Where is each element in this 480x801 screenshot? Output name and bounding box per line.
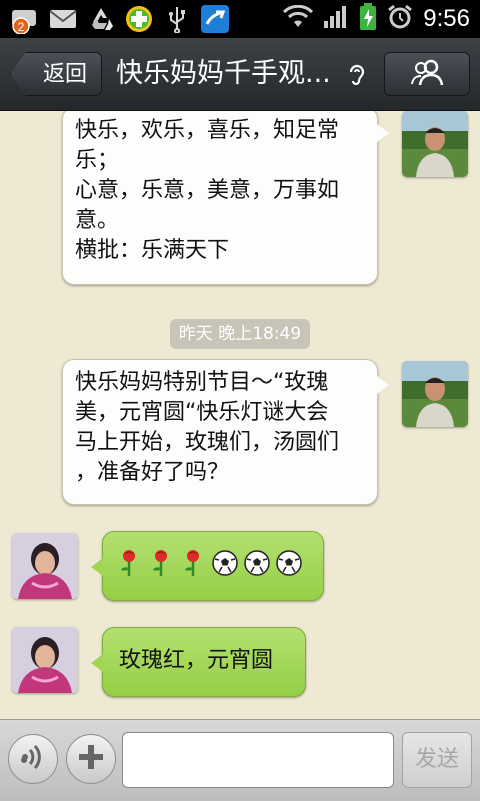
avatar[interactable] — [402, 361, 468, 427]
notification-count: 2 — [18, 20, 25, 34]
rose-icon — [179, 548, 207, 587]
clock: 9:56 — [423, 5, 470, 32]
avatar[interactable] — [12, 533, 78, 599]
avatar[interactable] — [12, 627, 78, 693]
voice-icon — [18, 742, 48, 776]
message-text-line: 快乐，欢乐，喜乐，知足常 — [75, 118, 340, 143]
message-text-line: 乐； — [75, 148, 120, 173]
app-blue-icon — [200, 4, 230, 34]
plus-icon — [76, 742, 106, 776]
message-text-line: 心意，乐意，美意，万事如 — [75, 178, 340, 203]
message-bubble[interactable]: 快乐，欢乐，喜乐，知足常 乐； 心意，乐意，美意，万事如 意。 横批：乐满天下 — [62, 111, 389, 285]
chat-title: 快乐妈妈千手观... — [116, 58, 331, 89]
soccer-ball-icon — [275, 549, 303, 586]
wifi-icon — [283, 4, 314, 33]
message-text-line: 快乐妈妈特别节目～“玫瑰 — [75, 370, 329, 395]
message-bubble[interactable] — [91, 531, 324, 601]
message-text-line: 马上开始，玫瑰们，汤圆们 — [75, 430, 340, 455]
alarm-icon — [387, 4, 413, 34]
timestamp: 昨天 晚上18:49 — [170, 319, 310, 349]
app-plus-icon — [124, 4, 154, 34]
emoji-row — [115, 540, 309, 594]
title-bar: 返回 快乐妈妈千手观... — [0, 38, 480, 111]
soccer-ball-icon — [211, 549, 239, 586]
message-text-line: 横批：乐满天下 — [75, 238, 230, 263]
sms-notification-icon: 2 — [10, 4, 40, 34]
soccer-ball-icon — [243, 549, 271, 586]
message-text-line: ，准备好了吗？ — [75, 460, 230, 485]
message-bubble[interactable]: 快乐妈妈特别节目～“玫瑰 美，元宵圆“快乐灯谜大会 马上开始，玫瑰们，汤圆们 ，… — [62, 359, 389, 505]
rose-icon — [115, 548, 143, 587]
message-text-line: 玫瑰红，元宵圆 — [119, 648, 274, 673]
rose-icon — [147, 548, 175, 587]
back-button[interactable]: 返回 — [10, 52, 102, 96]
chat-members-button[interactable] — [384, 52, 470, 96]
message-text-line: 美，元宵圆“快乐灯谜大会 — [75, 400, 329, 425]
signal-icon — [323, 5, 349, 33]
battery-charging-icon — [359, 3, 377, 35]
status-bar: 2 9:56 — [0, 0, 480, 38]
send-button[interactable]: 发送 — [402, 732, 472, 788]
message-bubble[interactable]: 玫瑰红，元宵圆 — [91, 627, 306, 697]
voice-input-button[interactable] — [8, 734, 58, 784]
usb-icon — [162, 4, 192, 34]
message-input[interactable] — [122, 732, 394, 788]
input-bar: 发送 — [0, 719, 480, 801]
avatar[interactable] — [402, 111, 468, 177]
earpiece-mode-icon — [346, 62, 368, 92]
people-icon — [409, 58, 445, 90]
message-list[interactable]: 快乐，欢乐，喜乐，知足常 乐； 心意，乐意，美意，万事如 意。 横批：乐满天下 … — [0, 111, 480, 719]
message-text-line: 意。 — [75, 208, 120, 233]
email-icon — [48, 4, 78, 34]
attach-more-button[interactable] — [66, 734, 116, 784]
recycle-icon — [86, 4, 116, 34]
